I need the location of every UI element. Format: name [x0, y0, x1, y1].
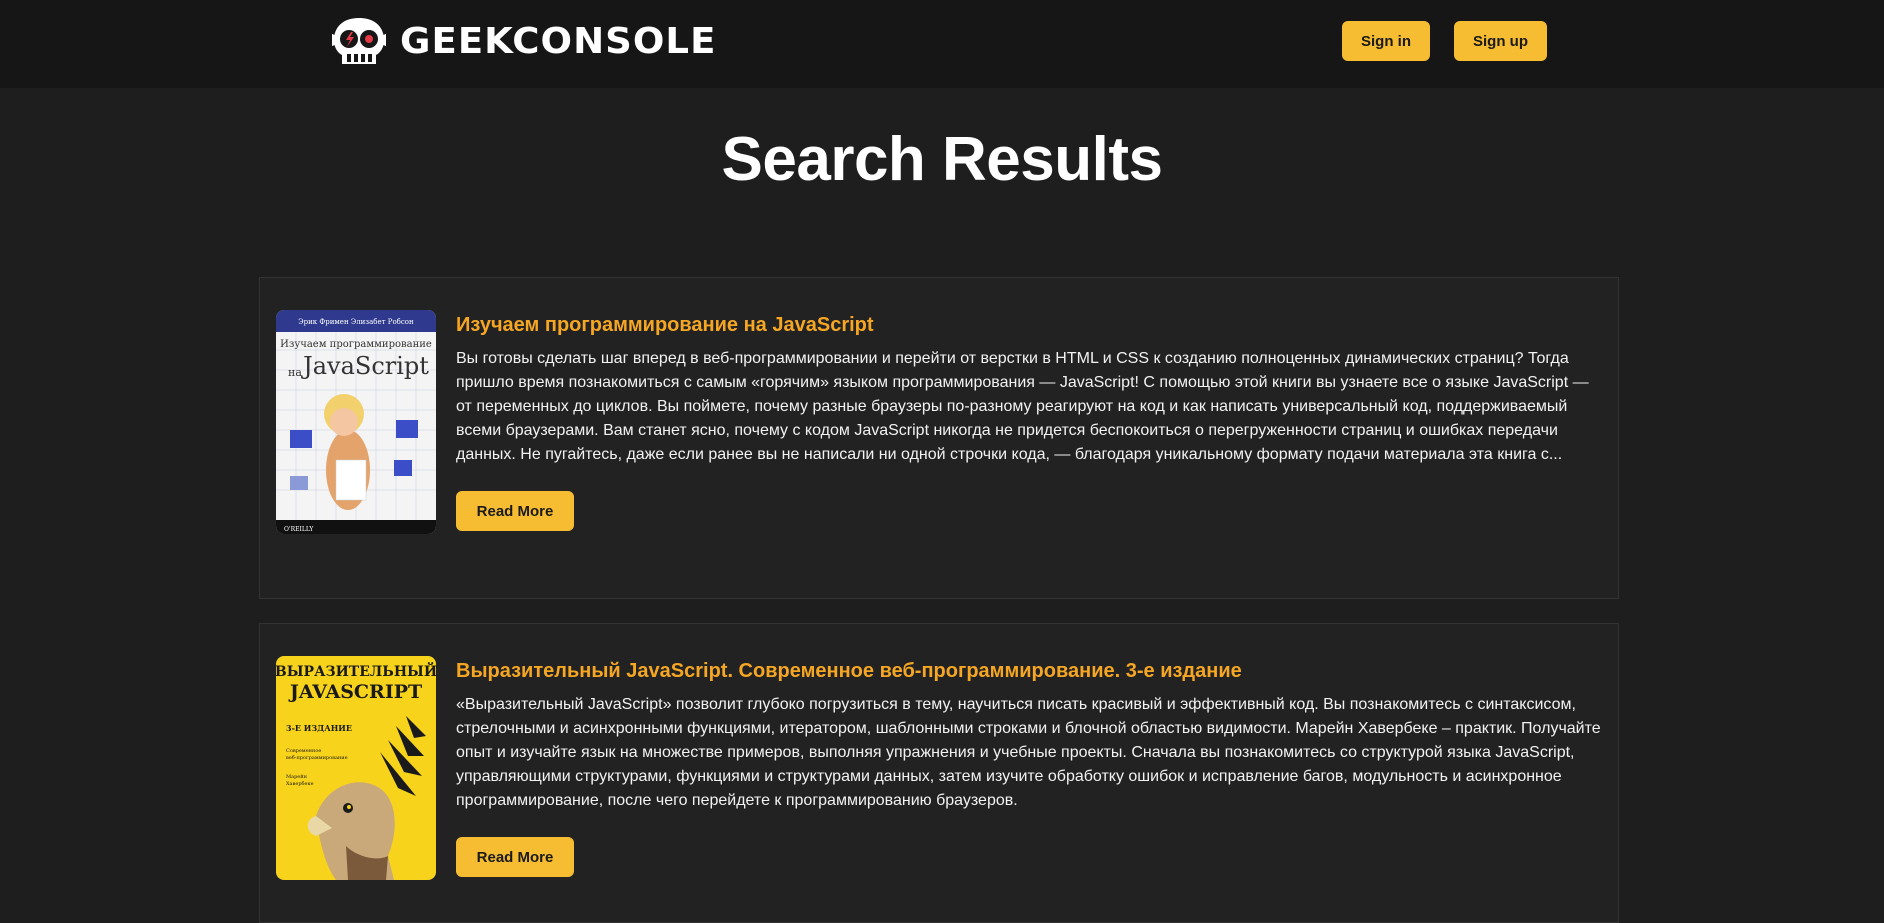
logo-wordmark: GEEKCONSOLE [400, 21, 717, 62]
book-cover-image[interactable]: ВЫРАЗИТЕЛЬНЫЙ JAVASCRIPT 3-Е ИЗДАНИЕ Сов… [276, 656, 436, 880]
cover-sub-2: веб-программирование [286, 754, 348, 761]
cover-sub-1: Современное [286, 748, 321, 754]
book-title[interactable]: Выразительный JavaScript. Современное ве… [456, 660, 1242, 683]
book-description: «Выразительный JavaScript» позволит глуб… [456, 696, 1601, 809]
book-cover-image[interactable]: Эрик Фримен Элизабет Робсон Изучаем прог… [276, 310, 436, 534]
site-header: GEEKCONSOLE Sign in Sign up [0, 0, 1884, 88]
cover-edition: 3-Е ИЗДАНИЕ [286, 723, 352, 733]
cover-line-3: JavaScript [300, 352, 429, 380]
cover-authors: Эрик Фримен Элизабет Робсон [298, 318, 414, 326]
search-result-card: Эрик Фримен Элизабет Робсон Изучаем прог… [259, 277, 1619, 599]
book-title[interactable]: Изучаем программирование на JavaScript [456, 314, 874, 337]
site-logo[interactable]: GEEKCONSOLE [330, 16, 715, 68]
search-result-card: ВЫРАЗИТЕЛЬНЫЙ JAVASCRIPT 3-Е ИЗДАНИЕ Сов… [259, 623, 1619, 923]
cover-publisher: O'REILLY [284, 526, 314, 533]
sign-in-button[interactable]: Sign in [1342, 21, 1430, 61]
cover-line-1: ВЫРАЗИТЕЛЬНЫЙ [276, 661, 436, 680]
read-more-button[interactable]: Read More [456, 837, 574, 877]
cover-line-1: Изучаем программирование [280, 339, 432, 350]
read-more-button[interactable]: Read More [456, 491, 574, 531]
sign-up-button[interactable]: Sign up [1454, 21, 1547, 61]
page-title: Search Results [721, 125, 1164, 194]
book-description: Вы готовы сделать шаг вперед в веб-прогр… [456, 350, 1589, 463]
skull-logo-icon [332, 18, 386, 64]
cover-line-2: JAVASCRIPT [288, 681, 422, 703]
cover-author-2: Хавербеке [286, 780, 314, 787]
cover-author-1: Марейн [286, 774, 308, 780]
cover-line-2: на [288, 366, 302, 379]
